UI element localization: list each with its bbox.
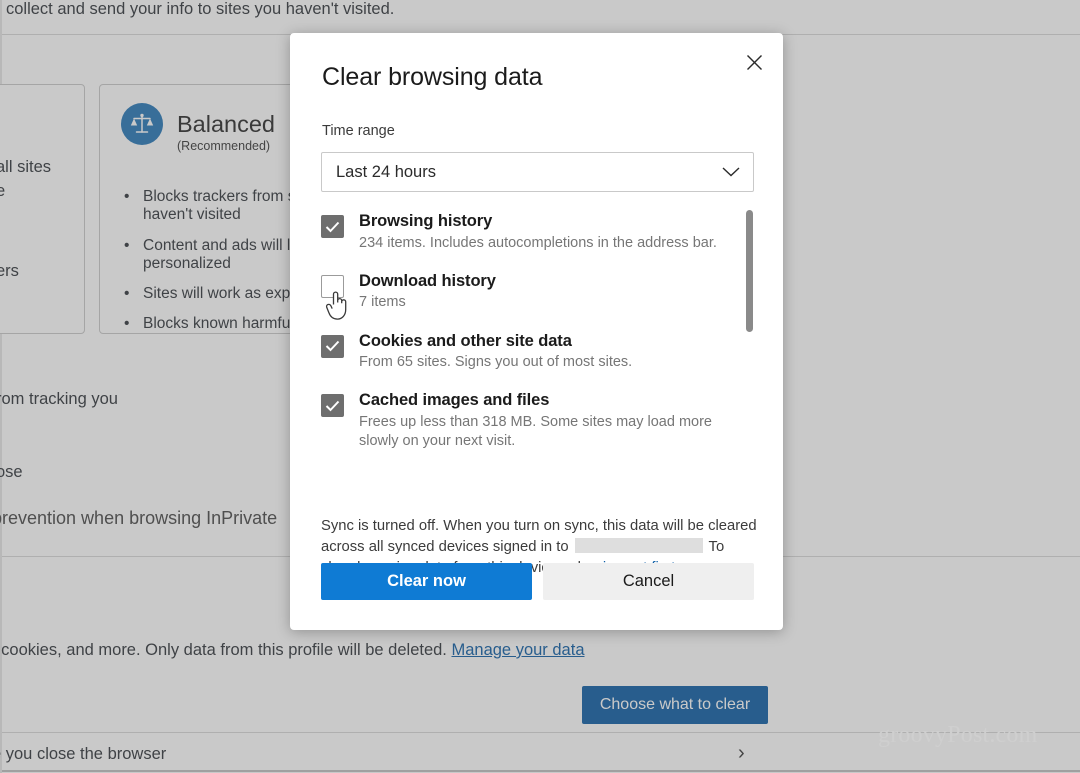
clear-browsing-data-dialog: Clear browsing data Time range Last 24 h…	[290, 33, 783, 630]
dialog-title: Clear browsing data	[322, 63, 543, 91]
list-item-description: Frees up less than 318 MB. Some sites ma…	[359, 413, 712, 449]
time-range-label: Time range	[322, 123, 395, 139]
data-type-list[interactable]: Browsing history 234 items. Includes aut…	[321, 211, 755, 507]
checkbox-download-history[interactable]	[321, 274, 344, 298]
list-item-texts: Cached images and files Frees up less th…	[359, 390, 755, 451]
list-item-description: 234 items. Includes autocompletions in t…	[359, 234, 717, 251]
list-item-download-history[interactable]: Download history 7 items	[321, 271, 755, 313]
dialog-actions: Clear now Cancel	[321, 563, 755, 600]
checkbox-browsing-history[interactable]	[321, 215, 344, 238]
screen: collect and send your info to sites you …	[0, 0, 1080, 773]
watermark: groovyPost.com	[878, 722, 1038, 748]
list-item-cached-images[interactable]: Cached images and files Frees up less th…	[321, 390, 755, 451]
list-item-title: Browsing history	[359, 212, 493, 230]
list-item-description: 7 items	[359, 294, 406, 311]
checkbox-cached-images[interactable]	[321, 394, 344, 418]
list-item-texts: Browsing history 234 items. Includes aut…	[359, 211, 755, 253]
list-item-cookies[interactable]: Cookies and other site data From 65 site…	[321, 331, 755, 373]
list-item-title: Cached images and files	[359, 391, 550, 410]
redacted-account-email	[574, 538, 703, 553]
time-range-select[interactable]: Last 24 hours	[321, 152, 754, 192]
list-item-description: From 65 sites. Signs you out of most sit…	[359, 354, 633, 371]
list-item-browsing-history[interactable]: Browsing history 234 items. Includes aut…	[321, 211, 755, 253]
list-item-texts: Download history 7 items	[359, 271, 755, 313]
clear-now-button[interactable]: Clear now	[321, 563, 532, 600]
cancel-button[interactable]: Cancel	[543, 563, 754, 600]
list-item-title: Cookies and other site data	[359, 331, 572, 350]
time-range-selected-value: Last 24 hours	[336, 162, 436, 181]
close-icon[interactable]	[735, 43, 773, 81]
list-scrollbar-thumb[interactable]	[746, 210, 753, 332]
list-item-title: Download history	[359, 271, 496, 290]
list-item-texts: Cookies and other site data From 65 site…	[359, 331, 755, 373]
chevron-down-icon	[721, 166, 741, 178]
checkbox-cookies[interactable]	[321, 334, 344, 358]
